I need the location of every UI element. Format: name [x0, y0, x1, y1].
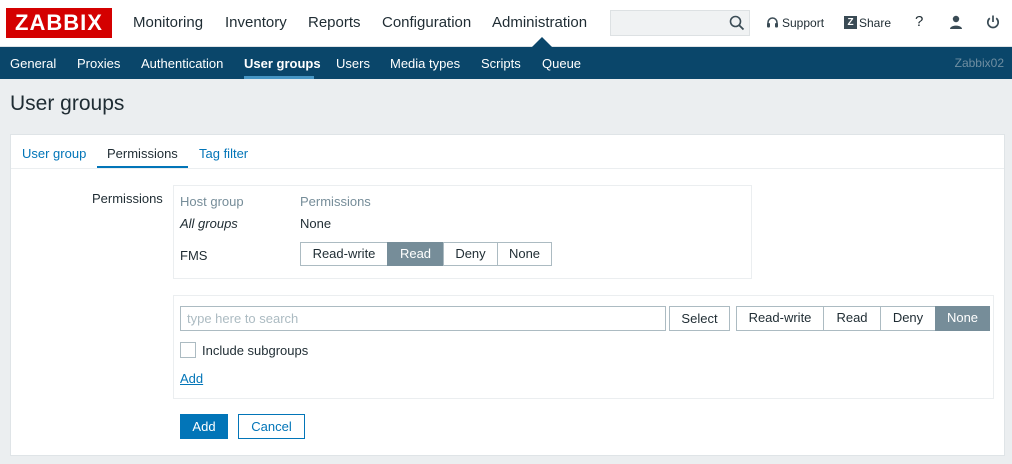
new-deny-button[interactable]: Deny — [880, 306, 936, 331]
user-icon[interactable] — [948, 14, 964, 30]
share-icon[interactable]: Z — [844, 16, 857, 29]
sub-navigation: General Proxies Authentication User grou… — [0, 47, 1012, 79]
menu-reports[interactable]: Reports — [308, 14, 361, 31]
tab-divider — [11, 168, 1004, 169]
subnav-users[interactable]: Users — [336, 56, 370, 71]
menu-monitoring[interactable]: Monitoring — [133, 14, 203, 31]
permissions-table: Host group Permissions All groups None F… — [173, 185, 752, 279]
column-header-host-group: Host group — [180, 194, 244, 209]
host-group-picker: Select Read-write Read Deny None Include… — [173, 295, 994, 399]
help-icon[interactable]: ? — [915, 13, 923, 30]
fms-none-button[interactable]: None — [497, 242, 552, 266]
server-name: Zabbix02 — [954, 56, 1004, 70]
top-bar: ZABBIX Monitoring Inventory Reports Conf… — [0, 0, 1012, 47]
subnav-user-groups[interactable]: User groups — [244, 56, 321, 71]
subnav-queue[interactable]: Queue — [542, 56, 581, 71]
power-icon[interactable] — [985, 14, 1001, 30]
subnav-scripts[interactable]: Scripts — [481, 56, 521, 71]
add-permission-link[interactable]: Add — [180, 371, 203, 386]
row-fms-name: FMS — [180, 248, 208, 263]
fms-read-button[interactable]: Read — [387, 242, 444, 266]
fms-read-write-button[interactable]: Read-write — [300, 242, 388, 266]
subnav-general[interactable]: General — [10, 56, 56, 71]
new-read-button[interactable]: Read — [823, 306, 881, 331]
column-header-permissions: Permissions — [300, 194, 371, 209]
include-subgroups-checkbox[interactable] — [180, 342, 196, 358]
menu-inventory[interactable]: Inventory — [225, 14, 287, 31]
host-group-search-input[interactable] — [180, 306, 666, 331]
subnav-authentication[interactable]: Authentication — [141, 56, 223, 71]
cancel-button[interactable]: Cancel — [238, 414, 305, 439]
tab-user-group[interactable]: User group — [22, 146, 86, 161]
headset-icon[interactable] — [766, 16, 779, 29]
zabbix-logo[interactable]: ZABBIX — [6, 8, 112, 38]
tab-permissions[interactable]: Permissions — [107, 146, 178, 161]
select-button[interactable]: Select — [669, 306, 730, 331]
fms-permission-selector: Read-write Read Deny None — [300, 242, 552, 266]
subnav-proxies[interactable]: Proxies — [77, 56, 120, 71]
active-menu-caret — [532, 37, 552, 47]
support-link[interactable]: Support — [782, 16, 824, 30]
tab-tag-filter[interactable]: Tag filter — [199, 146, 248, 161]
menu-configuration[interactable]: Configuration — [382, 14, 471, 31]
permissions-label: Permissions — [92, 191, 163, 206]
new-permission-selector: Read-write Read Deny None — [736, 306, 990, 331]
add-button[interactable]: Add — [180, 414, 228, 439]
new-read-write-button[interactable]: Read-write — [736, 306, 824, 331]
include-subgroups-label[interactable]: Include subgroups — [202, 343, 308, 358]
share-link[interactable]: Share — [859, 16, 891, 30]
new-none-button[interactable]: None — [935, 306, 990, 331]
row-all-groups-name: All groups — [180, 216, 238, 231]
subnav-media-types[interactable]: Media types — [390, 56, 460, 71]
page-title: User groups — [10, 92, 125, 115]
search-icon[interactable] — [728, 14, 746, 32]
menu-administration[interactable]: Administration — [492, 14, 587, 31]
fms-deny-button[interactable]: Deny — [443, 242, 498, 266]
row-all-groups-permission: None — [300, 216, 332, 231]
user-group-form: User group Permissions Tag filter Permis… — [10, 134, 1005, 456]
active-subnav-underline — [244, 76, 314, 79]
